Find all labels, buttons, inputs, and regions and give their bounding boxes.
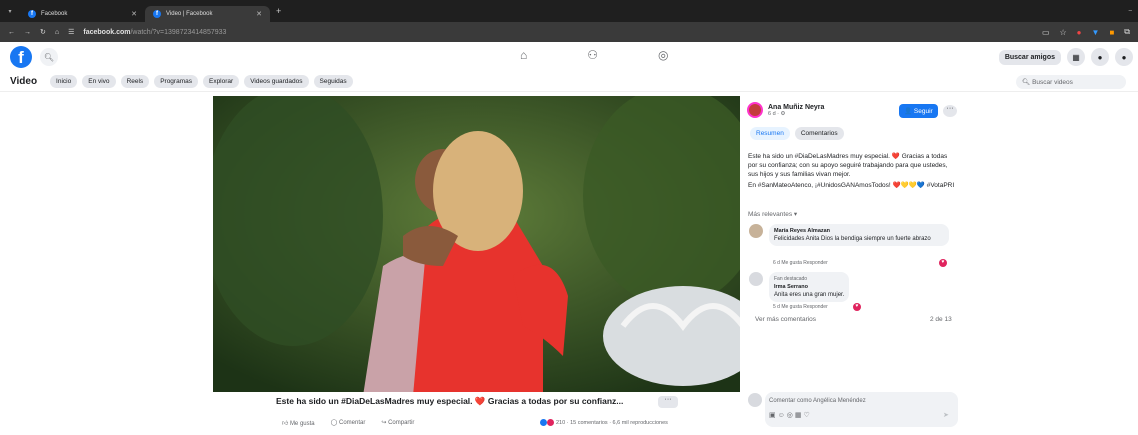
share-label: Compartir	[388, 420, 415, 426]
home-nav-icon[interactable]: ⌂	[520, 48, 527, 62]
love-reaction-icon	[547, 419, 554, 426]
messenger-icon[interactable]: ●	[1091, 48, 1109, 66]
post-actions: 👍︎ Me gusta ◯ Comentar ↪ Compartir	[282, 419, 414, 427]
extension-icon[interactable]: ▼	[1092, 28, 1100, 37]
chip-en-vivo[interactable]: En vivo	[82, 75, 116, 88]
comment-button[interactable]: ◯ Comentar	[331, 419, 366, 427]
commenter-name[interactable]: María Reyes Almazan	[774, 228, 830, 234]
post-caption: Este ha sido un #DiaDeLasMadres muy espe…	[276, 396, 624, 406]
tab-resumen[interactable]: Resumen	[750, 127, 790, 140]
follow-label: Seguir	[913, 108, 933, 115]
comment-bubble: María Reyes Almazan Felicidades Anita Di…	[769, 224, 949, 246]
avatar	[748, 393, 762, 407]
send-icon[interactable]: ➤	[943, 411, 949, 419]
tab-video[interactable]: f Video | Facebook ✕	[145, 6, 270, 22]
tab-label: Facebook	[41, 11, 68, 17]
video-player[interactable]	[213, 96, 740, 392]
reload-icon[interactable]: ↻	[40, 28, 46, 36]
back-icon[interactable]: ←	[8, 29, 15, 36]
tab-facebook[interactable]: f Facebook ✕	[20, 6, 145, 22]
like-button[interactable]: 👍︎ Me gusta	[282, 419, 315, 427]
more-options-button[interactable]: ···	[943, 105, 957, 117]
chip-guardados[interactable]: Videos guardados	[244, 75, 309, 88]
share-button[interactable]: ↪ Compartir	[381, 419, 414, 427]
like-label: Me gusta	[289, 421, 315, 427]
sort-comments-dropdown[interactable]: Más relevantes ▾	[748, 210, 797, 218]
avatar[interactable]	[749, 272, 763, 286]
post-stats: 210 · 15 comentarios · 6,6 mil reproducc…	[540, 419, 668, 426]
heart-reaction-icon: ♥	[853, 303, 861, 311]
fan-badge: Fan destacado	[774, 276, 808, 282]
friends-nav-icon[interactable]: ⚇	[587, 48, 598, 62]
video-search-input[interactable]: 🔍︎ Buscar videos	[1016, 75, 1126, 89]
search-icon[interactable]: 🔍︎	[40, 48, 58, 66]
comment-meta[interactable]: 5 d Me gusta Responder	[773, 304, 828, 310]
minimize-icon[interactable]: –	[1129, 8, 1132, 14]
url-path: /watch/?v=1398723414857933	[130, 28, 227, 36]
chip-inicio[interactable]: Inicio	[50, 75, 78, 88]
search-placeholder: Buscar videos	[1032, 78, 1073, 86]
address-bar: ← → ↻ ⌂ ☰ facebook.com/watch/?v=13987234…	[0, 22, 1138, 42]
chip-seguidas[interactable]: Seguidas	[313, 75, 353, 88]
tab-label: Video | Facebook	[166, 11, 213, 17]
facebook-favicon-icon: f	[28, 10, 36, 18]
video-nav: Video Inicio En vivo Reels Programas Exp…	[0, 72, 1138, 92]
close-icon[interactable]: ✕	[131, 10, 137, 18]
comment-text: Felicidades Anita Dios la bendiga siempr…	[774, 236, 931, 242]
video-title: Video	[10, 76, 38, 87]
video-frame	[213, 96, 740, 392]
browser-tabbar: ▾ f Facebook ✕ f Video | Facebook ✕ + –	[0, 0, 1138, 22]
avatar[interactable]	[747, 102, 763, 118]
extension-icon[interactable]: ●	[1077, 28, 1082, 37]
post-body: Este ha sido un #DiaDeLasMadres muy espe…	[748, 152, 958, 190]
new-tab-icon[interactable]: +	[276, 6, 281, 16]
site-info-icon[interactable]: ☰	[68, 28, 74, 36]
stats-text[interactable]: 210 · 15 comentarios · 6,6 mil reproducc…	[556, 420, 668, 426]
view-more-comments-link[interactable]: Ver más comentarios	[755, 316, 816, 323]
star-icon[interactable]: ☆	[1060, 28, 1067, 37]
facebook-favicon-icon: f	[153, 10, 161, 18]
comment-meta[interactable]: 6 d Me gusta Responder	[773, 260, 828, 266]
find-friends-button[interactable]: Buscar amigos	[998, 49, 1061, 65]
forward-icon[interactable]: →	[24, 29, 31, 36]
groups-nav-icon[interactable]: ◎	[658, 48, 668, 62]
comment-tools-icons[interactable]: ▣☺◎▦♡	[769, 411, 812, 419]
facebook-header: f 🔍︎ ⌂ ⚇ ◎ Buscar amigos ▦ ● ●	[0, 42, 1138, 72]
home-icon[interactable]: ⌂	[55, 29, 59, 36]
comment-placeholder: Comentar como Angélica Menéndez	[769, 398, 866, 404]
notifications-icon[interactable]: ●	[1115, 48, 1133, 66]
more-options-button[interactable]: ···	[658, 396, 678, 408]
comment-bubble: Fan destacado Irma Serrano Anita eres un…	[769, 272, 850, 302]
facebook-logo-icon[interactable]: f	[10, 46, 32, 68]
menu-grid-icon[interactable]: ▦	[1067, 48, 1085, 66]
chip-programas[interactable]: Programas	[154, 75, 198, 88]
heart-reaction-icon: ♥	[939, 259, 947, 267]
extension-icon[interactable]: ■	[1109, 28, 1114, 37]
chip-explorar[interactable]: Explorar	[202, 75, 240, 88]
post-hashtags: En #SanMateoAtenco, ¡#UnidosGANAmosTodos…	[748, 182, 955, 189]
tab-menu-icon[interactable]: ▾	[0, 8, 20, 15]
commenter-name[interactable]: Irma Serrano	[774, 284, 808, 290]
url-field[interactable]: facebook.com/watch/?v=1398723414857933	[83, 29, 226, 36]
author-name[interactable]: Ana Muñiz Neyra	[768, 104, 824, 111]
chip-reels[interactable]: Reels	[120, 75, 150, 88]
comment-text: Anita eres una gran mujer.	[774, 292, 845, 298]
puzzle-icon[interactable]: ⧉	[1124, 27, 1130, 37]
avatar[interactable]	[749, 224, 763, 238]
cast-icon[interactable]: ▭	[1042, 28, 1050, 37]
post-sidebar: Ana Muñiz Neyra 6 d · ⚙ 👤 Seguir ··· Res…	[745, 96, 960, 431]
close-icon[interactable]: ✕	[256, 10, 262, 18]
post-text: Este ha sido un #DiaDeLasMadres muy espe…	[748, 153, 948, 178]
follow-button[interactable]: 👤 Seguir	[899, 104, 938, 118]
tab-comentarios[interactable]: Comentarios	[794, 127, 844, 140]
post-time[interactable]: 6 d · ⚙	[768, 111, 824, 117]
comment-label: Comentar	[339, 420, 366, 426]
like-reaction-icon	[540, 419, 547, 426]
comment-count: 2 de 13	[930, 316, 952, 323]
url-host: facebook.com	[83, 28, 131, 36]
